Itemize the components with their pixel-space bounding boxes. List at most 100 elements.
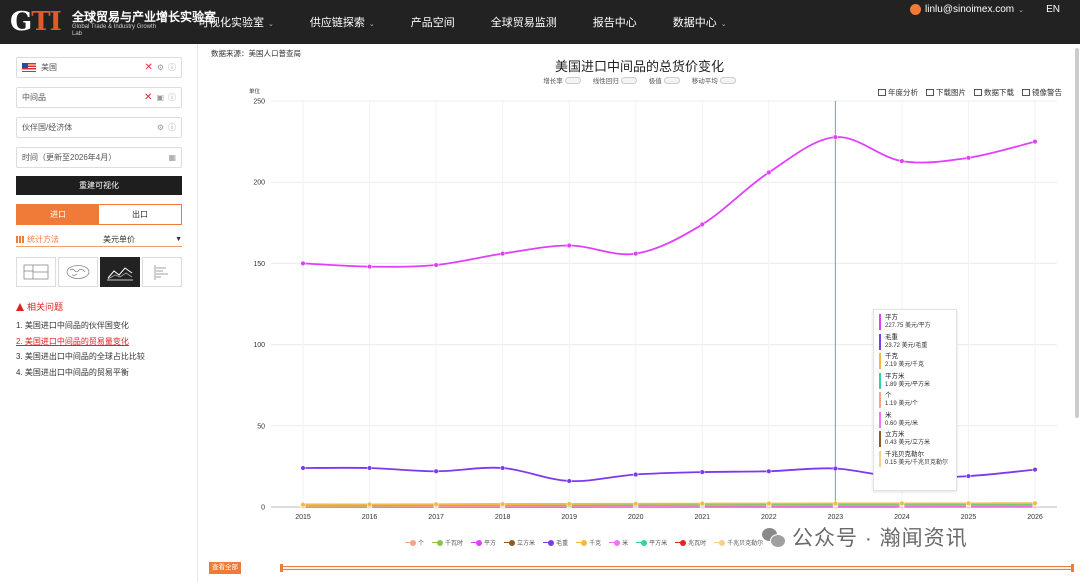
legend-item[interactable]: 千瓦时 (432, 538, 463, 547)
export-tab[interactable]: 出口 (99, 205, 181, 224)
rebuild-button[interactable]: 重建可视化 (16, 176, 182, 195)
nav-item[interactable]: 数据中心 ⌄ (655, 14, 745, 30)
watermark-text: 公众号 · 瀚闻资讯 (792, 527, 968, 550)
data-point (633, 501, 639, 507)
calendar-icon[interactable]: ▦ (168, 153, 176, 162)
chevron-down-icon: ⌄ (720, 21, 727, 28)
time-select[interactable]: 时间（更新至2026年4月） ▦ (16, 147, 182, 168)
settings-icon[interactable]: ⚙ (157, 123, 164, 132)
viz-line-button[interactable] (100, 257, 140, 287)
legend-item[interactable]: 毛重 (543, 538, 568, 547)
view-all-button[interactable]: 查看全部 (209, 562, 241, 574)
legend-item[interactable]: 平方米 (636, 538, 667, 547)
nav-item[interactable]: 全球贸易监测 (473, 14, 575, 30)
legend-marker (476, 539, 483, 546)
related-question-link[interactable]: 1. 美国进口中间品的伙伴国变化 (16, 318, 192, 334)
brand-logo[interactable]: GTI 全球贸易与产业增长实验室 Global Trade & Industry… (10, 6, 216, 38)
clear-icon[interactable]: ✕ (144, 92, 152, 103)
nav-item[interactable]: 产品空间 (393, 14, 473, 30)
range-slider[interactable] (280, 564, 1074, 572)
nav-item-label: 供应链探索 (309, 17, 365, 29)
legend-item[interactable]: 立方米 (504, 538, 535, 547)
related-title-text: 相关问题 (27, 302, 64, 312)
user-email: linlu@sinoimex.com (925, 4, 1015, 15)
data-point (899, 158, 905, 164)
legend-label: 立方米 (517, 541, 536, 547)
data-point (832, 465, 838, 472)
warning-icon (16, 302, 24, 311)
nav-item[interactable]: 供应链探索 ⌄ (292, 14, 393, 30)
data-point (832, 500, 838, 506)
legend-item[interactable]: 兆瓦时 (675, 538, 706, 547)
x-tick-label: 2019 (561, 514, 577, 521)
tooltip-row: 平方 227.75 美元/平方 (879, 314, 951, 330)
world-map-icon (66, 265, 90, 279)
country-select[interactable]: 美国 ✕ ⚙ ⓘ (16, 57, 182, 78)
settings-icon[interactable]: ⚙ (157, 63, 164, 72)
stat-method-select[interactable]: 统计方法 美元单价 ▼ (16, 233, 182, 247)
tooltip-series-value: 23.72 美元/毛重 (885, 342, 928, 349)
data-point (500, 465, 506, 471)
legend-marker (680, 539, 687, 546)
bar-list-icon (154, 265, 168, 280)
legend-label: 个 (418, 541, 425, 547)
stat-method-label: 统计方法 (27, 235, 59, 244)
range-slider-start-handle[interactable] (280, 564, 283, 572)
related-question-link[interactable]: 4. 美国进出口中间品的贸易平衡 (16, 365, 192, 381)
stat-method-value: 美元单价 (103, 235, 135, 244)
nav-item[interactable]: 报告中心 (575, 14, 655, 30)
legend-item[interactable]: 个 (405, 538, 424, 547)
data-point (899, 500, 905, 506)
help-icon[interactable]: ⓘ (168, 122, 176, 133)
chevron-down-icon: ⌄ (268, 21, 274, 28)
tooltip-series-name: 平方 (885, 314, 898, 321)
legend-item[interactable]: 平方 (471, 538, 496, 547)
help-icon[interactable]: ⓘ (168, 62, 176, 73)
line-chart-icon (107, 267, 133, 281)
data-point (500, 501, 506, 507)
data-point (300, 465, 306, 471)
x-tick-label: 2023 (828, 514, 844, 521)
code-icon[interactable]: ▣ (156, 93, 164, 102)
data-point (1032, 467, 1038, 473)
data-point (566, 501, 572, 507)
viz-treemap-button[interactable] (16, 257, 56, 287)
tooltip-series-value: 0.43 美元/立方米 (885, 440, 931, 446)
legend-item[interactable]: 米 (609, 538, 628, 547)
data-point (433, 468, 439, 474)
import-tab[interactable]: 进口 (17, 205, 99, 224)
legend-item[interactable]: 千克 (576, 538, 601, 547)
legend-item[interactable]: 千兆贝克勒尔 (714, 538, 763, 547)
viz-bar-button[interactable] (142, 257, 182, 287)
y-tick-label: 150 (253, 261, 265, 268)
chevron-down-icon: ⌄ (368, 21, 375, 28)
clear-icon[interactable]: ✕ (144, 62, 152, 73)
range-slider-end-handle[interactable] (1071, 564, 1074, 572)
viz-map-button[interactable] (58, 257, 98, 287)
product-select[interactable]: 中间品 ✕ ▣ ⓘ (16, 87, 182, 108)
help-icon[interactable]: ⓘ (168, 92, 176, 103)
related-list: 1. 美国进口中间品的伙伴国变化 2. 美国进口中间品的贸易量变化 3. 美国进出口… (16, 318, 192, 380)
legend-marker (410, 539, 416, 546)
x-tick-label: 2017 (428, 514, 444, 521)
nav-item[interactable]: 可视化实验室 ⌄ (180, 14, 292, 30)
partner-select[interactable]: 伙伴国/经济体 ⚙ ⓘ (16, 117, 182, 138)
scrollbar[interactable] (1075, 48, 1079, 418)
related-question-link[interactable]: 2. 美国进口中间品的贸易量变化 (16, 334, 192, 350)
x-tick-label: 2021 (694, 514, 710, 521)
data-point (965, 155, 972, 161)
brand-name-en: Global Trade & Industry Growth Lab (72, 24, 157, 37)
legend-label: 千瓦时 (445, 541, 464, 547)
partner-placeholder: 伙伴国/经济体 (22, 123, 73, 132)
user-menu[interactable]: linlu@sinoimex.com ⌄ (910, 4, 1024, 15)
language-switch[interactable]: EN (1046, 4, 1060, 15)
legend-label: 平方米 (649, 541, 668, 547)
data-point (965, 473, 972, 479)
viz-type-selector (16, 257, 182, 287)
data-point (300, 502, 306, 508)
wechat-icon (762, 526, 786, 548)
x-tick-label: 2015 (295, 514, 311, 521)
series-color-marker (879, 333, 881, 350)
legend-label: 米 (622, 541, 629, 547)
related-question-link[interactable]: 3. 美国进出口中间品的全球占比比较 (16, 349, 192, 365)
